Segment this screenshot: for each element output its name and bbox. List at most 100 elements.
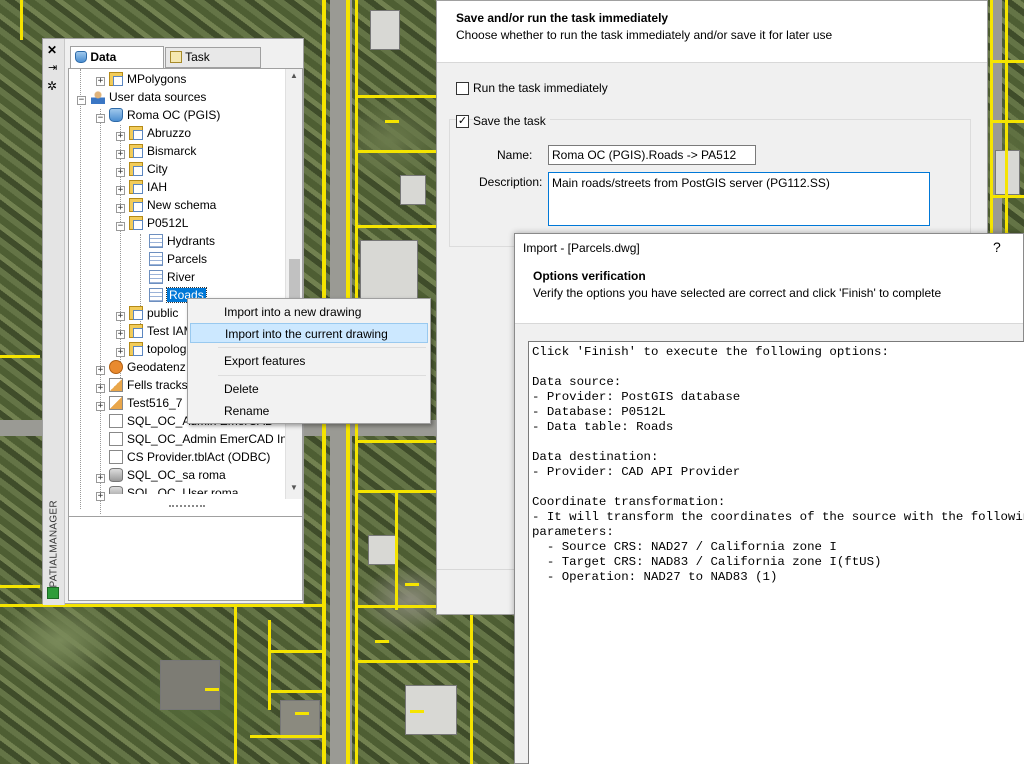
summary-line: - Provider: PostGIS database: [532, 390, 741, 404]
tree-item-river[interactable]: River: [149, 268, 195, 286]
scroll-up-icon[interactable]: ▲: [290, 71, 298, 80]
tree-item-public[interactable]: public: [129, 304, 178, 322]
tree-item-topology[interactable]: topolog: [129, 340, 186, 358]
tree-item-new-schema[interactable]: New schema: [129, 196, 216, 214]
tree-item-fells-tracks[interactable]: Fells tracks: [109, 376, 188, 394]
schema-icon: [129, 143, 143, 158]
summary-line: Data source:: [532, 375, 622, 389]
user-icon: [91, 89, 105, 104]
schema-icon: [129, 323, 143, 338]
file-icon: [109, 395, 123, 410]
pin-icon[interactable]: ⇥: [48, 61, 57, 74]
menu-import-new-drawing[interactable]: Import into a new drawing: [190, 302, 428, 322]
tab-task-manager[interactable]: Task manager: [165, 47, 261, 83]
import-title: Import - [Parcels.dwg]: [523, 241, 640, 255]
summary-line: Click 'Finish' to execute the following …: [532, 345, 889, 359]
tree-item-user-data-sources[interactable]: User data sources: [91, 88, 206, 106]
save-task-checkbox[interactable]: ✓: [456, 115, 469, 128]
summary-line: - Data table: Roads: [532, 420, 674, 434]
task-icon: [170, 50, 182, 63]
import-title-bar: Import - [Parcels.dwg] ?: [515, 234, 1023, 262]
table-icon: [149, 287, 163, 302]
help-button[interactable]: ?: [993, 239, 1001, 255]
tree-item-sql-oc-sa[interactable]: SQL_OC_sa roma: [109, 466, 226, 484]
summary-line: [532, 480, 1021, 495]
description-input[interactable]: Main roads/streets from PostGIS server (…: [548, 172, 930, 226]
schema-icon: [129, 125, 143, 140]
options-summary-text: Click 'Finish' to execute the following …: [532, 345, 1024, 585]
tree-item-roma-oc[interactable]: Roma OC (PGIS): [109, 106, 220, 124]
schema-icon: [109, 71, 123, 86]
tree-scrollbar[interactable]: ▲ ▼: [285, 69, 302, 499]
schema-icon: [129, 305, 143, 320]
schema-icon: [129, 215, 143, 230]
tree-item-hydrants[interactable]: Hydrants: [149, 232, 215, 250]
tree-item-test516[interactable]: Test516_7: [109, 394, 182, 412]
save-task-label: Save the task: [473, 114, 550, 128]
menu-separator: [218, 375, 426, 376]
summary-line: [532, 435, 1021, 450]
run-task-label: Run the task immediately: [473, 81, 608, 95]
tree-item-parcels[interactable]: Parcels: [149, 250, 207, 268]
name-label: Name:: [497, 148, 533, 162]
schema-icon: [129, 197, 143, 212]
menu-export-features[interactable]: Export features: [190, 351, 428, 371]
tab-data-sources[interactable]: Data sources: [70, 46, 164, 84]
task-dialog-header: Save and/or run the task immediately Cho…: [437, 1, 987, 63]
panel-side-title: SPATIALMANAGER: [48, 500, 60, 595]
options-summary-textbox[interactable]: Click 'Finish' to execute the following …: [528, 341, 1024, 764]
tree-item-cs-provider[interactable]: CS Provider.tblAct (ODBC): [109, 448, 270, 466]
menu-separator: [218, 347, 426, 348]
panel-side-strip: ✕ ⇥ ✲ SPATIALMANAGER: [43, 39, 65, 605]
task-header-subtitle: Choose whether to run the task immediate…: [456, 28, 833, 42]
scroll-down-icon[interactable]: ▼: [290, 483, 298, 492]
database-icon: [109, 485, 123, 494]
tree-item-city[interactable]: City: [129, 160, 168, 178]
schema-icon: [129, 161, 143, 176]
database-icon: [109, 467, 123, 482]
summary-line: - Database: P0512L: [532, 405, 666, 419]
preview-pane: [68, 516, 303, 601]
import-header-subtitle: Verify the options you have selected are…: [533, 286, 942, 300]
run-task-checkbox[interactable]: [456, 82, 469, 95]
tree-item-p0512l[interactable]: P0512L: [129, 214, 188, 232]
import-header-title: Options verification: [533, 269, 646, 283]
schema-icon: [129, 341, 143, 356]
tree-item-test-iam[interactable]: Test IAM: [129, 322, 194, 340]
menu-delete[interactable]: Delete: [190, 379, 428, 399]
settings-icon[interactable]: ✲: [47, 79, 57, 93]
close-icon[interactable]: ✕: [47, 43, 57, 57]
task-header-title: Save and/or run the task immediately: [456, 11, 669, 25]
description-label: Description:: [479, 175, 543, 189]
splitter-handle[interactable]: [169, 505, 205, 509]
postgis-icon: [109, 107, 123, 122]
document-icon: [109, 431, 123, 446]
summary-line: Coordinate transformation:: [532, 495, 726, 509]
menu-rename[interactable]: Rename: [190, 401, 428, 421]
tree-item-sql-oc-admin-2[interactable]: SQL_OC_Admin EmerCAD In: [109, 430, 287, 448]
import-dialog: Import - [Parcels.dwg] ? Options verific…: [514, 233, 1024, 764]
tree-item-abruzzo[interactable]: Abruzzo: [129, 124, 191, 142]
database-icon: [75, 50, 87, 63]
summary-line: - It will transform the coordinates of t…: [532, 510, 1024, 524]
tree-item-iah[interactable]: IAH: [129, 178, 167, 196]
document-icon: [109, 449, 123, 464]
summary-line: Data destination:: [532, 450, 659, 464]
tree-item-bismarck[interactable]: Bismarck: [129, 142, 196, 160]
summary-line: - Target CRS: NAD83 / California zone I(…: [532, 555, 882, 569]
import-header: Options verification Verify the options …: [515, 262, 1023, 324]
file-icon: [109, 377, 123, 392]
tree-item-mpolygons[interactable]: MPolygons: [109, 70, 186, 88]
menu-import-current-drawing[interactable]: Import into the current drawing: [190, 323, 428, 343]
summary-line: - Source CRS: NAD27 / California zone I: [532, 540, 837, 554]
context-menu: Import into a new drawing Import into th…: [187, 298, 431, 424]
summary-line: parameters:: [532, 525, 614, 539]
name-input[interactable]: Roma OC (PGIS).Roads -> PA512: [548, 145, 756, 165]
app-logo-icon: [47, 587, 59, 599]
summary-line: - Operation: NAD27 to NAD83 (1): [532, 570, 778, 584]
tree-item-sql-oc-user[interactable]: SQL_OC_User roma: [109, 484, 238, 494]
table-icon: [149, 233, 163, 248]
tree-item-geodatenz[interactable]: Geodatenz: [109, 358, 186, 376]
table-icon: [149, 269, 163, 284]
summary-line: - Provider: CAD API Provider: [532, 465, 741, 479]
